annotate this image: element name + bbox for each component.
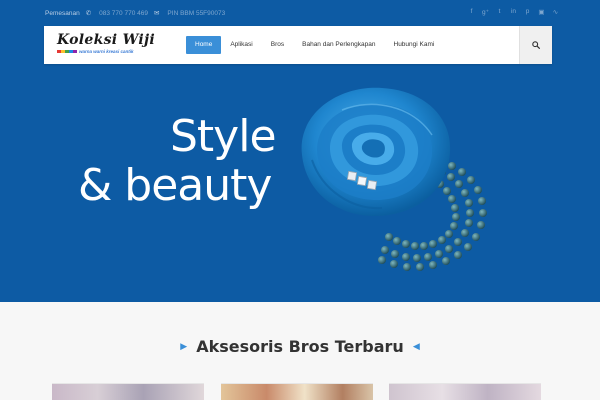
product-thumbnail[interactable] <box>389 383 541 400</box>
twitter-icon[interactable]: t <box>496 8 503 16</box>
google-plus-icon[interactable]: g⁺ <box>482 8 489 16</box>
instagram-icon[interactable]: ▣ <box>538 8 545 16</box>
nav-item-home[interactable]: Home <box>186 36 222 54</box>
logo-tagline: warna warni kreasi cantik <box>79 49 134 54</box>
hero-line-2: & beauty <box>78 160 272 211</box>
main-navbar: Koleksi Wiji warna warni kreasi cantik H… <box>44 26 552 64</box>
product-thumbnail[interactable] <box>221 383 373 400</box>
phone-number: 083 770 770 469 <box>99 9 148 17</box>
arrow-right-icon: ▶ <box>180 341 188 351</box>
logo-brand: Koleksi Wiji <box>57 32 155 48</box>
rss-icon[interactable]: ∿ <box>552 8 559 16</box>
contact-info: Pemesanan ✆ 083 770 770 469 ✉ PIN BBM 55… <box>45 9 226 18</box>
phone-icon: ✆ <box>85 10 92 17</box>
nav-item-aplikasi[interactable]: Aplikasi <box>221 36 261 54</box>
section-title: Aksesoris Bros Terbaru <box>196 337 404 356</box>
brooch-image <box>301 87 487 271</box>
social-links: f g⁺ t in p ▣ ∿ <box>468 8 559 16</box>
nav-item-bros[interactable]: Bros <box>262 36 293 54</box>
hero-banner: Pemesanan ✆ 083 770 770 469 ✉ PIN BBM 55… <box>0 0 600 302</box>
bbm-pin: PIN BBM 55F90073 <box>167 9 226 17</box>
order-label: Pemesanan <box>45 9 80 17</box>
bbm-icon: ✉ <box>153 10 160 17</box>
search-icon <box>532 41 540 49</box>
product-thumbnails <box>0 383 600 400</box>
facebook-icon[interactable]: f <box>468 8 475 16</box>
search-button[interactable] <box>519 26 552 64</box>
latest-products-section: ▶ Aksesoris Bros Terbaru ◀ <box>0 302 600 400</box>
pinterest-icon[interactable]: p <box>524 8 531 16</box>
color-swatch-icon <box>57 50 77 53</box>
arrow-left-icon: ◀ <box>412 341 420 351</box>
nav-item-bahan[interactable]: Bahan dan Perlengkapan <box>293 36 384 54</box>
site-logo[interactable]: Koleksi Wiji warna warni kreasi cantik <box>57 33 167 59</box>
nav-item-hubungi[interactable]: Hubungi Kami <box>385 36 444 54</box>
product-thumbnail[interactable] <box>52 383 204 400</box>
linkedin-icon[interactable]: in <box>510 8 517 16</box>
nav-menu: Home Aplikasi Bros Bahan dan Perlengkapa… <box>186 36 443 54</box>
top-info-bar: Pemesanan ✆ 083 770 770 469 ✉ PIN BBM 55… <box>0 0 600 26</box>
hero-line-1: Style <box>170 111 277 162</box>
